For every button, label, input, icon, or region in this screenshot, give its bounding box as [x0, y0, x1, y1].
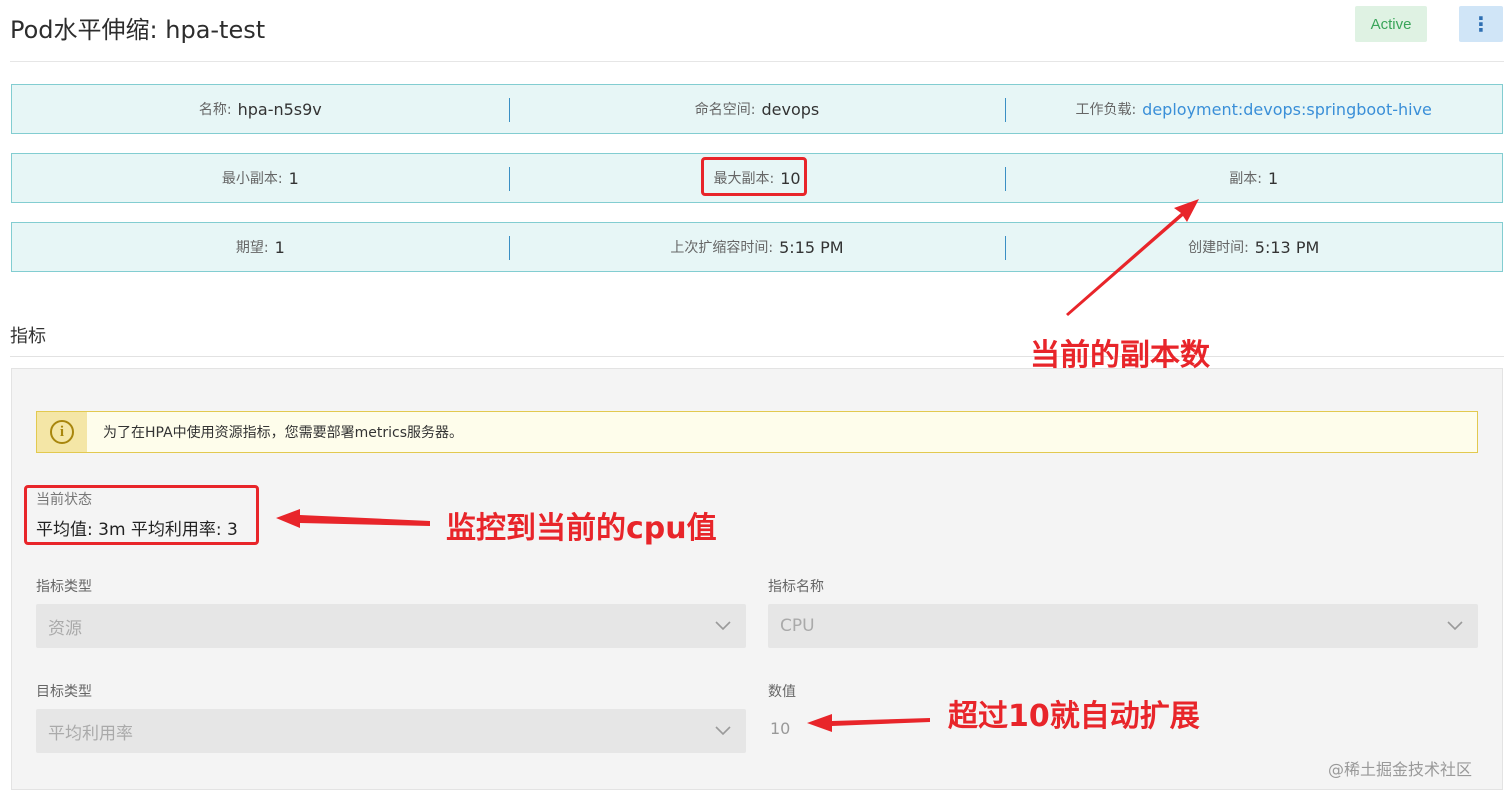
workload-link[interactable]: deployment:devops:springboot-hive: [1142, 100, 1432, 119]
info-value: 5:15 PM: [779, 237, 844, 257]
info-min-replicas: 最小副本: 1: [12, 154, 509, 202]
info-replicas: 副本: 1: [1005, 154, 1502, 202]
info-value: 1: [1267, 168, 1279, 188]
info-value: 1: [274, 237, 285, 257]
info-value: devops: [761, 99, 820, 119]
warning-text: 为了在HPA中使用资源指标，您需要部署metrics服务器。: [103, 425, 464, 441]
info-created-time: 创建时间: 5:13 PM: [1005, 223, 1502, 271]
target-type-value: 平均利用率: [48, 723, 133, 744]
kebab-menu-icon: ⋮: [1471, 12, 1491, 36]
annotation-autoscale: 超过10就自动扩展: [948, 699, 1200, 734]
metric-type-value: 资源: [48, 618, 82, 639]
max-replicas-highlight: [701, 157, 807, 196]
more-actions-button[interactable]: ⋮: [1459, 6, 1503, 42]
info-label: 期望:: [235, 240, 269, 256]
section-divider: [10, 356, 1504, 357]
info-last-scale-time: 上次扩缩容时间: 5:15 PM: [508, 223, 1006, 271]
info-label: 工作负载:: [1075, 102, 1137, 118]
target-value: 10: [770, 719, 791, 738]
info-icon: i: [50, 420, 74, 444]
chevron-down-icon: [715, 726, 731, 736]
chevron-down-icon: [715, 621, 731, 631]
warning-banner: i 为了在HPA中使用资源指标，您需要部署metrics服务器。: [36, 411, 1478, 453]
annotation-replicas: 当前的副本数: [1030, 338, 1210, 373]
metrics-section-title: 指标: [10, 326, 46, 347]
info-label: 上次扩缩容时间:: [670, 240, 774, 256]
chevron-down-icon: [1447, 621, 1463, 631]
value-label: 数值: [768, 684, 796, 700]
annotation-cpu: 监控到当前的cpu值: [446, 511, 717, 546]
metric-type-label: 指标类型: [36, 579, 92, 595]
target-type-label: 目标类型: [36, 684, 92, 700]
info-value: hpa-n5s9v: [237, 99, 322, 119]
watermark: @稀土掘金技术社区: [1328, 760, 1473, 779]
info-name: 名称: hpa-n5s9v: [12, 85, 509, 133]
info-value: 1: [288, 168, 299, 188]
metric-type-select[interactable]: 资源: [36, 604, 746, 648]
metric-name-value: CPU: [780, 616, 815, 636]
info-row-1: 名称: hpa-n5s9v 命名空间: devops 工作负载: deploym…: [11, 84, 1503, 134]
info-label: 名称:: [198, 102, 232, 118]
info-row-3: 期望: 1 上次扩缩容时间: 5:15 PM 创建时间: 5:13 PM: [11, 222, 1503, 272]
status-badge: Active: [1355, 6, 1427, 42]
metrics-panel: i 为了在HPA中使用资源指标，您需要部署metrics服务器。 当前状态 平均…: [11, 368, 1503, 790]
target-type-select[interactable]: 平均利用率: [36, 709, 746, 753]
page-header: Pod水平伸缩: hpa-test Active ⋮: [10, 0, 1504, 62]
info-desired: 期望: 1: [12, 223, 509, 271]
warning-icon-box: i: [37, 412, 87, 452]
info-label: 创建时间:: [1188, 240, 1249, 256]
current-status-highlight: [24, 485, 259, 545]
metric-name-label: 指标名称: [768, 579, 824, 595]
info-workload: 工作负载: deployment:devops:springboot-hive: [1005, 85, 1502, 133]
metric-name-select[interactable]: CPU: [768, 604, 1478, 648]
info-namespace: 命名空间: devops: [508, 85, 1006, 133]
info-value: 5:13 PM: [1254, 237, 1320, 257]
info-label: 最小副本:: [221, 171, 283, 187]
page-title: Pod水平伸缩: hpa-test: [10, 16, 266, 44]
info-label: 副本:: [1229, 171, 1262, 187]
info-label: 命名空间:: [694, 102, 756, 118]
